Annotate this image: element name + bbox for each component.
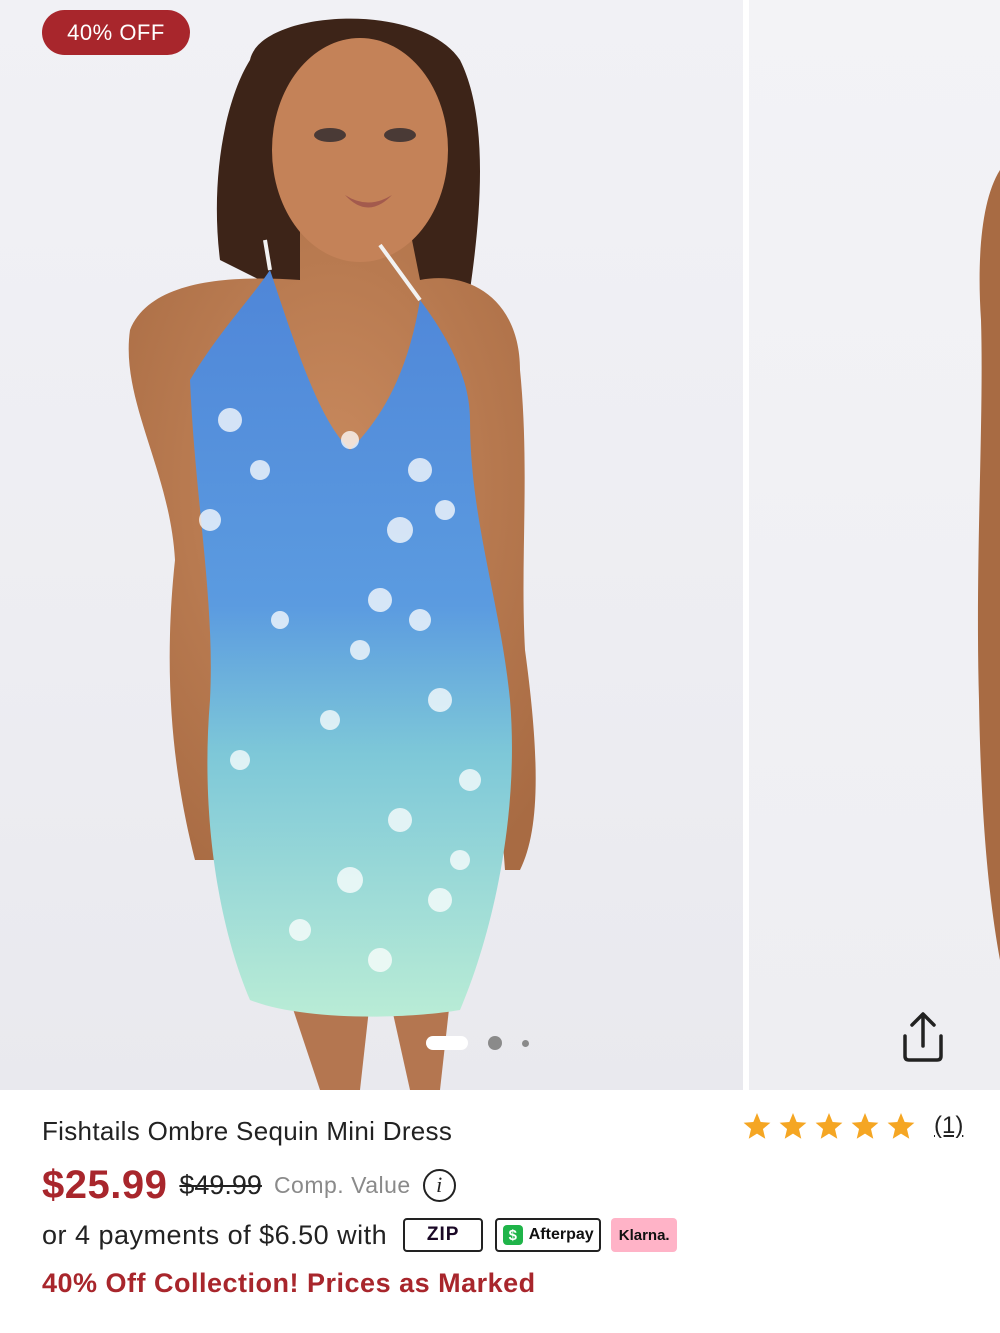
- installment-payments: or 4 payments of $6.50 with ZIP $ Afterp…: [42, 1215, 678, 1255]
- installment-text: or 4 payments of $6.50 with: [42, 1219, 388, 1250]
- sale-price: $25.99: [42, 1162, 168, 1207]
- review-count-link[interactable]: (1): [934, 1112, 963, 1140]
- comp-value-label: Comp. Value: [273, 1171, 411, 1198]
- carousel-pagination[interactable]: [426, 1034, 529, 1052]
- discount-badge: 40% OFF: [42, 10, 190, 55]
- share-icon: [903, 1012, 943, 1062]
- model-photo-peek: [977, 170, 1000, 960]
- share-button[interactable]: [896, 1010, 962, 1072]
- price-row: $25.99 $49.99 Comp. Value i: [42, 1160, 456, 1210]
- original-price: $49.99: [179, 1169, 262, 1200]
- star-icon: [743, 1112, 771, 1139]
- promo-message: 40% Off Collection! Prices as Marked: [42, 1268, 536, 1298]
- product-rating[interactable]: (1): [742, 1112, 963, 1140]
- carousel-dot[interactable]: [488, 1036, 502, 1050]
- star-icon: [815, 1112, 843, 1139]
- zip-logo[interactable]: ZIP: [403, 1218, 484, 1252]
- carousel-dot-active[interactable]: [426, 1036, 468, 1050]
- zip-label: ZIP: [426, 1224, 460, 1245]
- carousel-dot[interactable]: [522, 1039, 529, 1047]
- star-rating: [742, 1112, 916, 1140]
- product-image-main[interactable]: 40% OFF: [0, 0, 743, 1090]
- star-icon: [887, 1112, 915, 1139]
- product-image-next[interactable]: [749, 0, 1000, 1090]
- afterpay-label: Afterpay: [528, 1226, 594, 1243]
- info-icon[interactable]: i: [422, 1168, 456, 1202]
- product-title: Fishtails Ombre Sequin Mini Dress: [42, 1116, 453, 1146]
- product-image-carousel[interactable]: 40% OFF: [0, 0, 1000, 1090]
- star-icon: [851, 1112, 879, 1139]
- afterpay-logo[interactable]: $ Afterpay: [495, 1218, 602, 1252]
- cash-app-icon: $: [502, 1225, 523, 1245]
- star-icon: [779, 1112, 807, 1139]
- klarna-label: Klarna.: [618, 1226, 670, 1244]
- klarna-logo[interactable]: Klarna.: [611, 1218, 678, 1252]
- model-photo: [128, 18, 536, 1090]
